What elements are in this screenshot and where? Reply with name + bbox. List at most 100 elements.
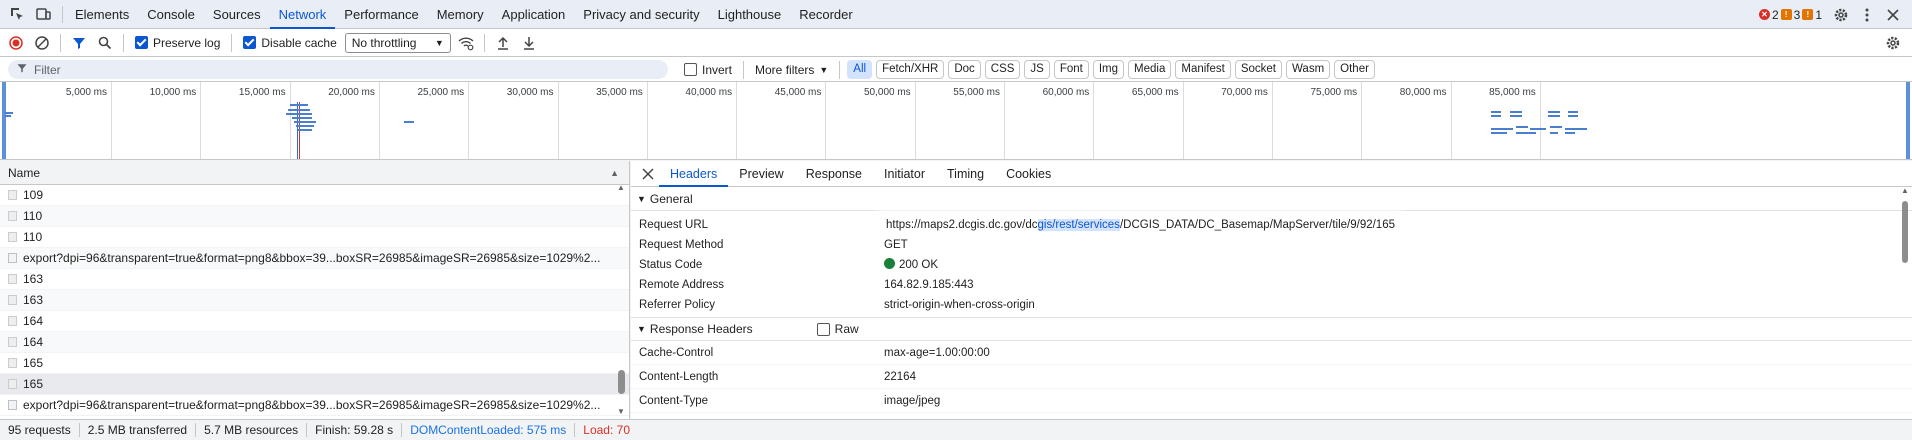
scrollbar-thumb[interactable]	[1902, 201, 1908, 263]
more-options-icon[interactable]	[1856, 4, 1878, 26]
scrollbar-thumb[interactable]	[618, 370, 625, 394]
detail-tab-headers[interactable]: Headers	[659, 161, 729, 187]
tab-recorder[interactable]: Recorder	[790, 0, 861, 29]
overview-gridline	[1271, 82, 1273, 159]
clear-icon[interactable]	[31, 32, 53, 54]
issues-counter[interactable]: ✕ 2 ! 3 ! 1	[1758, 7, 1822, 22]
request-row[interactable]: 163	[0, 269, 629, 290]
detail-tab-timing[interactable]: Timing	[936, 161, 995, 187]
throttling-select[interactable]: No throttling ▼	[344, 32, 451, 53]
request-name: 110	[23, 229, 43, 244]
request-row[interactable]: 110	[0, 206, 629, 227]
image-file-icon	[8, 337, 17, 347]
response-headers-section-header[interactable]: ▼ Response Headers Raw	[631, 317, 1912, 341]
filter-chip-css[interactable]: CSS	[984, 60, 1021, 79]
error-count: 2	[1771, 7, 1779, 22]
disable-cache-checkbox[interactable]: Disable cache	[243, 36, 337, 50]
tab-lighthouse[interactable]: Lighthouse	[709, 0, 791, 29]
filter-chip-img[interactable]: Img	[1092, 60, 1125, 79]
raw-label: Raw	[834, 322, 859, 336]
network-conditions-icon[interactable]	[455, 32, 477, 54]
raw-checkbox[interactable]: Raw	[816, 317, 859, 341]
request-name: 165	[23, 376, 44, 391]
filter-chip-media[interactable]: Media	[1128, 60, 1172, 79]
preserve-log-checkbox[interactable]: Preserve log	[135, 36, 220, 50]
request-row[interactable]: 109	[0, 185, 629, 206]
scroll-up-icon[interactable]: ▲	[1901, 186, 1909, 195]
tab-privacy-and-security[interactable]: Privacy and security	[574, 0, 708, 29]
export-har-icon[interactable]	[518, 32, 540, 54]
import-har-icon[interactable]	[492, 32, 514, 54]
overview-gridline	[646, 82, 648, 159]
detail-tab-initiator[interactable]: Initiator	[873, 161, 936, 187]
info-icon: !	[1802, 9, 1814, 20]
request-list-scrollbar[interactable]: ▲ ▼	[615, 183, 627, 419]
filter-chip-fetchxhr[interactable]: Fetch/XHR	[876, 60, 945, 79]
image-file-icon	[8, 295, 17, 305]
request-bar	[1491, 132, 1507, 134]
request-row[interactable]: 165	[0, 353, 629, 374]
close-devtools-icon[interactable]	[1882, 4, 1904, 26]
request-url-value[interactable]: https://maps2.dcgis.dc.gov/dcgis/rest/se…	[884, 215, 1397, 235]
device-toolbar-icon[interactable]	[32, 3, 54, 25]
detail-tab-cookies[interactable]: Cookies	[995, 161, 1062, 187]
referrer-policy-value: strict-origin-when-cross-origin	[884, 299, 1035, 311]
request-bar	[1510, 111, 1522, 113]
filter-chip-wasm[interactable]: Wasm	[1286, 60, 1331, 79]
network-overview-timeline[interactable]: 5,000 ms 10,000 ms 15,000 ms 20,000 ms 25,00…	[0, 82, 1912, 160]
request-row[interactable]: 164	[0, 311, 629, 332]
invert-checkbox[interactable]: Invert	[684, 63, 732, 77]
remote-address-label: Remote Address	[639, 279, 725, 291]
request-row[interactable]: export?dpi=96&transparent=true&format=pn…	[0, 248, 629, 269]
network-settings-gear-icon[interactable]	[1882, 32, 1904, 54]
tab-console[interactable]: Console	[138, 0, 204, 29]
tab-application[interactable]: Application	[493, 0, 575, 29]
request-row[interactable]: 165	[0, 374, 629, 395]
tab-elements[interactable]: Elements	[66, 0, 138, 29]
overview-left-handle[interactable]	[2, 82, 6, 159]
filter-chip-manifest[interactable]: Manifest	[1175, 60, 1231, 79]
filter-options: Invert More filters ▼ All Fetch/XHR Doc CSS J…	[680, 57, 1375, 82]
tab-sources[interactable]: Sources	[204, 0, 270, 29]
close-detail-icon[interactable]	[637, 163, 659, 185]
preserve-log-label: Preserve log	[153, 35, 221, 50]
filter-input[interactable]: Filter	[8, 60, 668, 79]
detail-tab-response[interactable]: Response	[795, 161, 873, 187]
overview-tick-label: 20,000 ms	[328, 87, 375, 98]
scroll-down-icon[interactable]: ▼	[617, 407, 625, 416]
details-scrollbar[interactable]: ▲	[1900, 186, 1910, 419]
detail-tab-preview[interactable]: Preview	[728, 161, 794, 187]
tab-performance[interactable]: Performance	[335, 0, 427, 29]
overview-gridline	[111, 82, 112, 159]
response-header-row: Content-Length 22164	[631, 365, 1912, 389]
filter-funnel-icon[interactable]	[68, 32, 90, 54]
request-row[interactable]: 110	[0, 227, 629, 248]
tab-network[interactable]: Network	[269, 0, 336, 29]
request-row[interactable]: 164	[0, 332, 629, 353]
overview-gridline	[1361, 82, 1363, 159]
request-row[interactable]: 163	[0, 290, 629, 311]
request-name: 164	[23, 334, 44, 349]
request-row[interactable]: export?dpi=96&transparent=true&format=pn…	[0, 395, 629, 416]
tab-memory[interactable]: Memory	[428, 0, 493, 29]
general-section-header[interactable]: ▼ General	[631, 187, 1912, 211]
filter-chip-all[interactable]: All	[847, 60, 873, 79]
devtools-tab-bar: Elements Console Sources Network Performance…	[0, 0, 1912, 29]
status-code-label: Status Code	[639, 259, 703, 271]
filter-chip-js[interactable]: JS	[1024, 60, 1050, 79]
overview-right-handle[interactable]	[1906, 82, 1910, 159]
more-filters-dropdown[interactable]: More filters ▼	[755, 63, 828, 77]
filter-chip-font[interactable]: Font	[1053, 60, 1089, 79]
response-header-row: Content-Type image/jpeg	[631, 389, 1912, 413]
filter-chip-other[interactable]: Other	[1334, 60, 1375, 79]
record-stop-icon[interactable]	[5, 32, 27, 54]
request-bar	[1516, 126, 1528, 128]
filter-chip-doc[interactable]: Doc	[948, 60, 981, 79]
filter-chip-socket[interactable]: Socket	[1234, 60, 1282, 79]
search-icon[interactable]	[94, 32, 116, 54]
inspect-element-icon[interactable]	[6, 3, 28, 25]
settings-gear-icon[interactable]	[1830, 4, 1852, 26]
image-file-icon	[8, 358, 17, 368]
name-column-header[interactable]: Name ▲	[0, 161, 629, 185]
scroll-up-icon[interactable]: ▲	[617, 183, 625, 192]
